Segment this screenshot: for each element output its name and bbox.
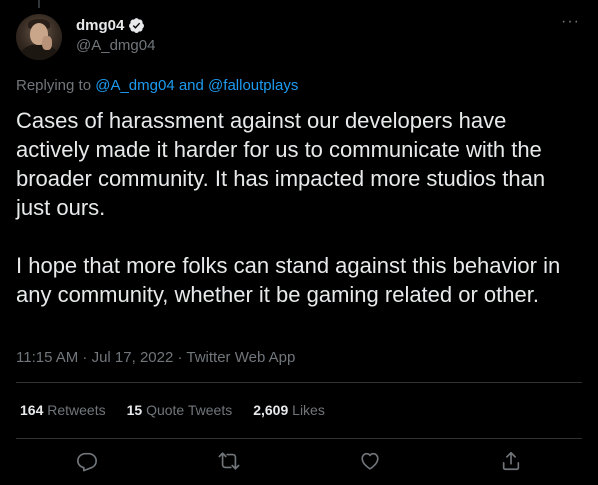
tweet-text: Cases of harassment against our develope… bbox=[16, 106, 582, 309]
retweets-label: Retweets bbox=[47, 402, 106, 418]
tweet-header: dmg04 @A_dmg04 ··· bbox=[16, 12, 582, 62]
tweet-paragraph: Cases of harassment against our develope… bbox=[16, 108, 546, 220]
more-icon[interactable]: ··· bbox=[561, 14, 580, 30]
likes-label: Likes bbox=[292, 402, 325, 418]
share-icon bbox=[502, 451, 520, 471]
reply-icon bbox=[77, 452, 97, 472]
avatar[interactable] bbox=[16, 14, 62, 60]
quote-tweets-stat[interactable]: 15 Quote Tweets bbox=[127, 402, 233, 418]
thread-connector-line bbox=[38, 0, 40, 8]
verified-badge-icon bbox=[128, 17, 145, 34]
mention-link[interactable]: @A_dmg04 bbox=[95, 77, 174, 94]
tweet-paragraph: I hope that more folks can stand against… bbox=[16, 253, 561, 307]
retweet-button[interactable] bbox=[218, 450, 240, 472]
author-handle[interactable]: @A_dmg04 bbox=[76, 37, 155, 54]
mention-link[interactable]: @falloutplays bbox=[208, 77, 298, 94]
share-button[interactable] bbox=[500, 450, 522, 472]
retweets-count: 164 bbox=[20, 402, 44, 418]
like-button[interactable] bbox=[359, 450, 381, 472]
like-icon bbox=[361, 452, 379, 470]
retweets-stat[interactable]: 164 Retweets bbox=[20, 402, 106, 418]
retweet-icon bbox=[218, 452, 240, 470]
likes-count: 2,609 bbox=[253, 402, 289, 418]
quote-count: 15 bbox=[126, 402, 143, 418]
tweet-actions bbox=[0, 448, 598, 474]
tweet-stats: 164 Retweets 15 Quote Tweets 2,609 Likes bbox=[20, 402, 325, 418]
divider bbox=[16, 382, 582, 383]
quote-label: Quote Tweets bbox=[146, 402, 233, 418]
divider bbox=[16, 438, 582, 439]
mention-joiner[interactable]: and bbox=[179, 77, 204, 94]
author-display-name[interactable]: dmg04 bbox=[76, 17, 124, 34]
reply-button[interactable] bbox=[76, 450, 98, 472]
likes-stat[interactable]: 2,609 Likes bbox=[253, 402, 325, 418]
author-names: dmg04 @A_dmg04 bbox=[76, 15, 155, 55]
reply-context: Replying to @A_dmg04 and @falloutplays bbox=[16, 77, 298, 94]
reply-context-prefix: Replying to bbox=[16, 77, 92, 94]
tweet-timestamp[interactable]: 11:15 AM · Jul 17, 2022 · Twitter Web Ap… bbox=[16, 349, 295, 366]
